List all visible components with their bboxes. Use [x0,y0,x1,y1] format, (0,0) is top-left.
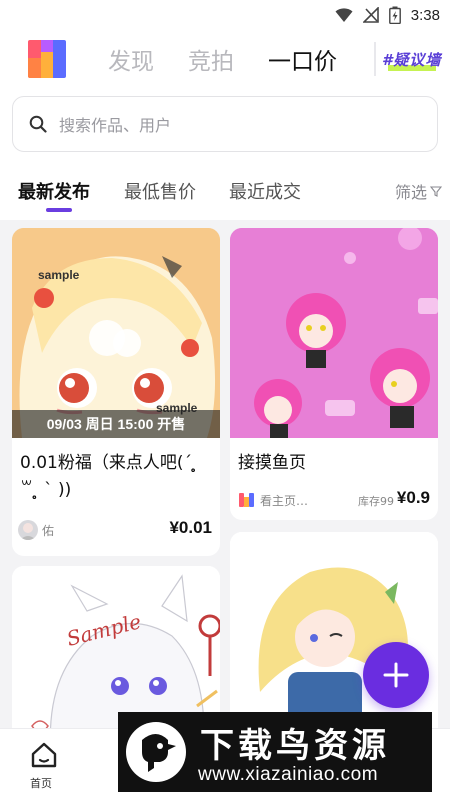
bird-logo-icon [126,722,186,782]
image-watermark-top: sample [38,268,80,282]
no-signal-icon [362,7,379,23]
sort-tab-newest[interactable]: 最新发布 [18,178,90,204]
home-icon [31,742,57,768]
tab-auction[interactable]: 竞拍 [188,42,234,76]
filter-button[interactable]: 筛选 [395,179,442,203]
nav-home-label: 首页 [30,777,52,790]
app-screen: 3:38 发现 竞拍 一口价 #疑议墙 搜索作品、用户 最新发布 最低售价 最近… [0,0,450,800]
top-header: 发现 竞拍 一口价 #疑议墙 [0,32,450,88]
seller-avatar[interactable] [236,490,256,510]
wall-badge-label: #疑议墙 [382,50,442,69]
site-watermark: 下载鸟资源 www.xiazainiao.com [118,712,432,792]
publish-fab-button[interactable] [363,642,429,708]
seller-avatar[interactable] [18,520,38,540]
sort-bar: 最新发布 最低售价 最近成交 筛选 [0,164,450,220]
watermark-url: www.xiazainiao.com [198,764,379,785]
search-placeholder: 搜索作品、用户 [59,116,172,135]
app-logo-icon[interactable] [26,38,68,80]
plus-icon [383,662,409,688]
sort-tab-lowest-price[interactable]: 最低售价 [124,178,196,204]
battery-icon [388,6,401,24]
doubt-wall-badge[interactable]: #疑议墙 [374,42,444,76]
filter-icon [430,186,442,197]
stock-count: 库存99 [358,495,394,508]
tab-fixed-price[interactable]: 一口价 [268,42,337,76]
nav-item-home[interactable]: 首页 [18,735,70,795]
search-section: 搜索作品、用户 [0,88,450,164]
filter-label: 筛选 [394,183,427,202]
product-image[interactable] [230,228,438,438]
card-footer: 看主页… 库存99 ¥0.9 [230,488,438,514]
watermark-title: 下载鸟资源 [200,726,390,766]
search-icon [29,115,47,133]
sort-tab-recent-deals[interactable]: 最近成交 [229,178,301,204]
chibi-illustration [230,228,438,438]
product-card[interactable]: 接摸鱼页 看主页… 库存99 ¥0.9 [230,228,438,520]
sale-time-overlay: 09/03 周日 15:00 开售 [12,410,220,438]
tab-discover[interactable]: 发现 [108,42,154,76]
sort-active-indicator [46,208,72,212]
product-price: ¥0.9 [396,488,430,507]
status-bar: 3:38 [0,0,450,32]
product-card[interactable]: sample sample 09/03 周日 15:00 开售 0.01粉福（来… [12,228,220,556]
product-title: 接摸鱼页 [238,453,306,473]
search-input[interactable]: 搜索作品、用户 [12,96,438,152]
status-time: 3:38 [410,6,440,24]
card-footer: 佑 ¥0.01 [12,518,220,544]
seller-name[interactable]: 佑 [42,522,54,539]
status-icons: 3:38 [335,6,440,24]
wifi-icon [335,8,353,22]
product-title: 0.01粉福（来点人吧(´ ̥̥̥ ꒳ ̥̥̥ ` )) [20,453,198,500]
seller-name[interactable]: 看主页… [260,492,308,509]
product-price: ¥0.01 [169,518,212,537]
product-image[interactable]: sample sample 09/03 周日 15:00 开售 [12,228,220,438]
